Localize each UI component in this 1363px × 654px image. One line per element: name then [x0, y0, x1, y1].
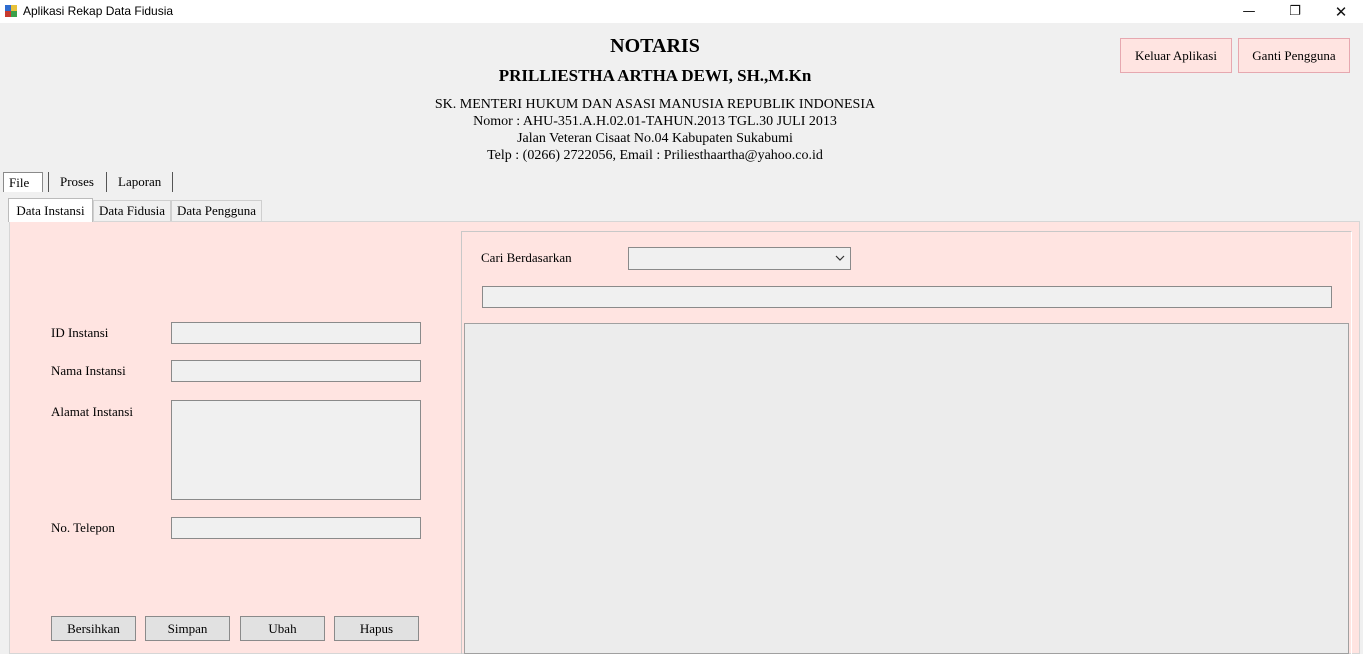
menu-laporan[interactable]: Laporan [106, 172, 173, 192]
header-address: Jalan Veteran Cisaat No.04 Kabupaten Suk… [517, 131, 793, 146]
window-title: Aplikasi Rekap Data Fidusia [23, 4, 174, 18]
tab-data-pengguna[interactable]: Data Pengguna [171, 200, 262, 221]
minimize-icon: — [1242, 4, 1256, 19]
save-button[interactable]: Simpan [145, 616, 230, 641]
telepon-label: No. Telepon [51, 520, 115, 535]
header-sk: SK. MENTERI HUKUM DAN ASASI MANUSIA REPU… [434, 97, 876, 112]
menu-file[interactable]: File [3, 172, 43, 192]
id-instansi-label: ID Instansi [51, 325, 109, 340]
header-nomor: Nomor : AHU-351.A.H.02.01-TAHUN.2013 TGL… [473, 114, 837, 129]
alamat-instansi-label: Alamat Instansi [51, 404, 133, 419]
header-title: NOTARIS [610, 35, 700, 57]
search-by-label: Cari Berdasarkan [481, 250, 572, 265]
alamat-instansi-textarea[interactable] [171, 400, 421, 500]
search-by-select[interactable] [628, 247, 851, 270]
app-icon [4, 4, 18, 18]
nama-instansi-label: Nama Instansi [51, 363, 126, 378]
minimize-button[interactable]: — [1226, 0, 1272, 23]
menu-proses[interactable]: Proses [48, 172, 106, 192]
maximize-button[interactable]: ❐ [1272, 0, 1318, 23]
data-grid[interactable] [464, 323, 1349, 654]
nama-instansi-input[interactable] [171, 360, 421, 382]
edit-button[interactable]: Ubah [240, 616, 325, 641]
restore-icon: ❐ [1289, 4, 1301, 19]
id-instansi-input[interactable] [171, 322, 421, 344]
header-name: PRILLIESTHA ARTHA DEWI, SH.,M.Kn [498, 66, 812, 85]
chevron-down-icon [835, 255, 845, 261]
clear-button[interactable]: Bersihkan [51, 616, 136, 641]
close-button[interactable]: ✕ [1318, 0, 1363, 23]
telepon-input[interactable] [171, 517, 421, 539]
exit-app-button[interactable]: Keluar Aplikasi [1120, 38, 1232, 73]
search-input[interactable] [482, 286, 1332, 308]
tab-data-fidusia[interactable]: Data Fidusia [93, 200, 171, 221]
tab-data-instansi[interactable]: Data Instansi [8, 198, 93, 222]
header-contact: Telp : (0266) 2722056, Email : Priliesth… [487, 148, 823, 163]
title-bar [0, 0, 1363, 23]
switch-user-button[interactable]: Ganti Pengguna [1238, 38, 1350, 73]
close-icon: ✕ [1334, 2, 1348, 21]
delete-button[interactable]: Hapus [334, 616, 419, 641]
